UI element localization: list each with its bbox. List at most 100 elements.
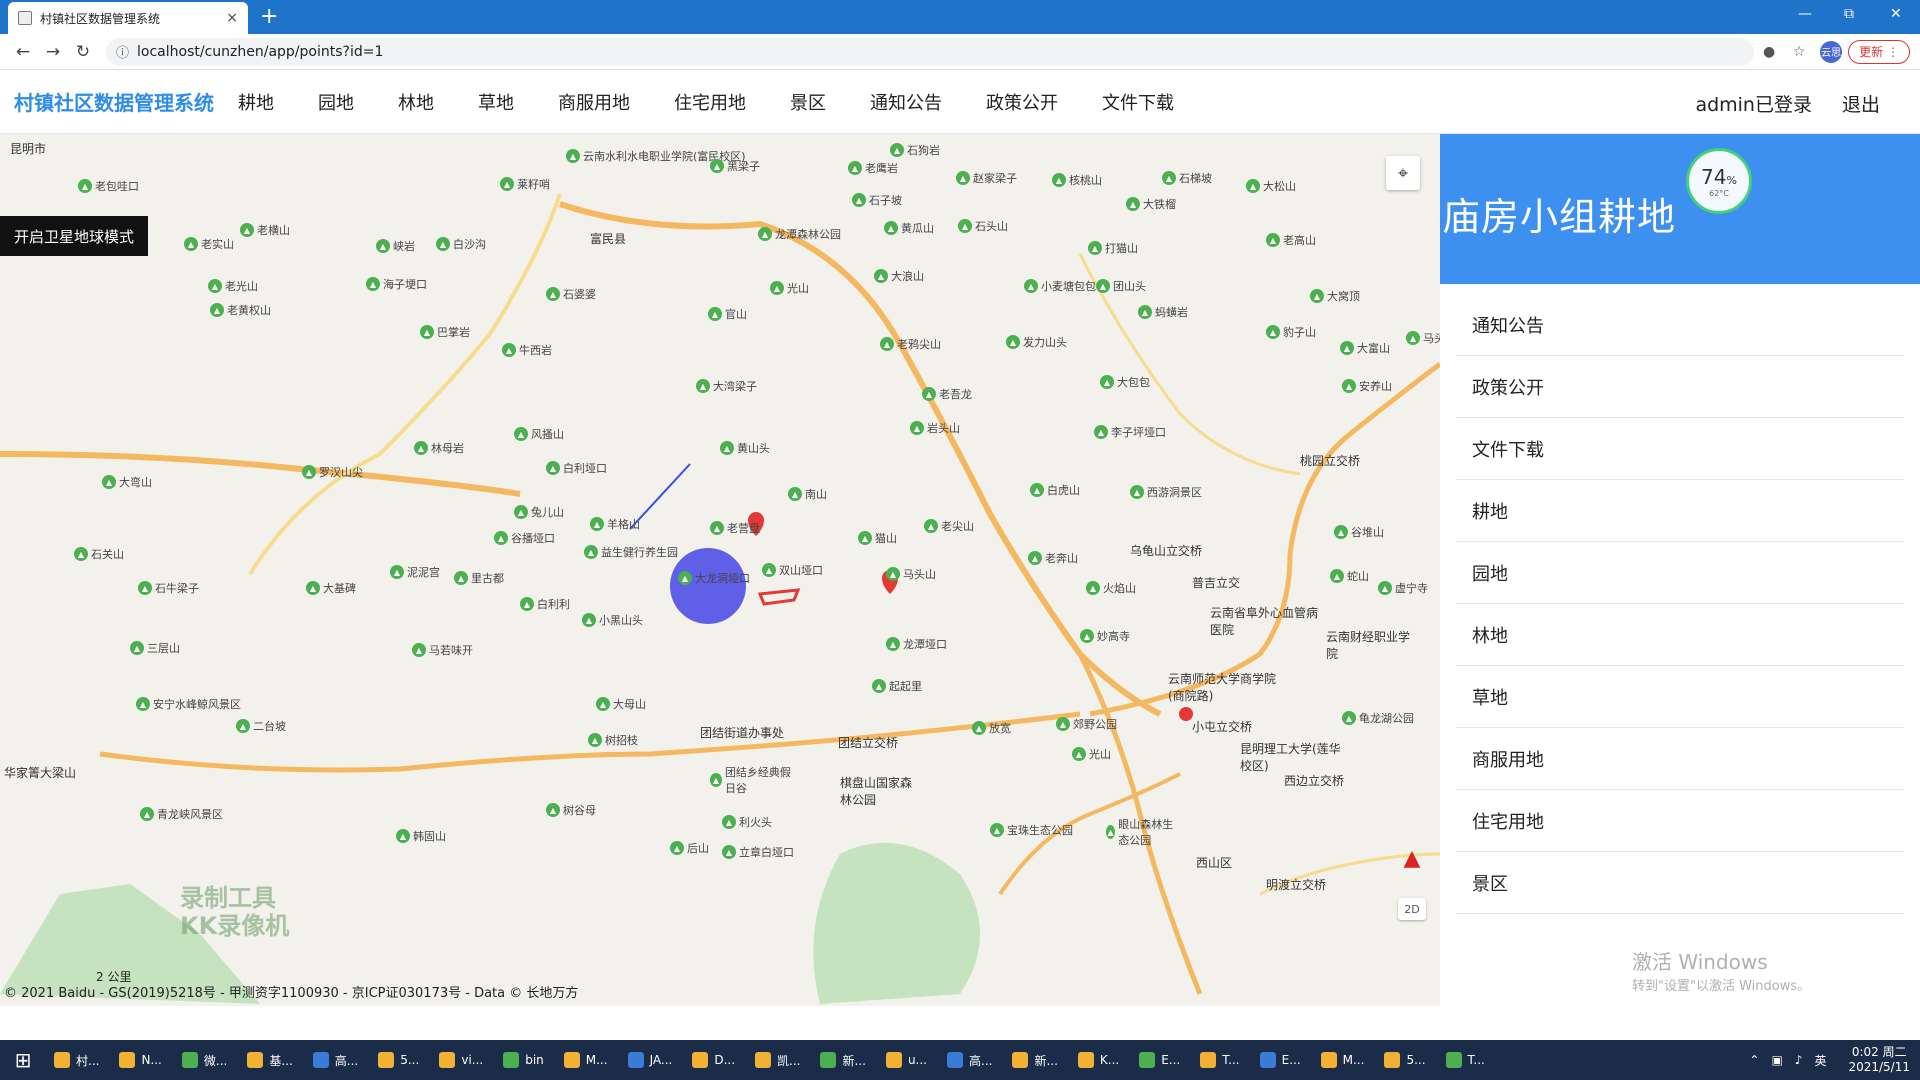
taskbar-app-item[interactable]: 新... [812,1040,873,1080]
map-place[interactable]: ▲ 谷堆山 [1334,524,1384,540]
map-place[interactable]: ▲ 后山 [670,840,709,856]
side-menu-item-commercial-land[interactable]: 商服用地 [1456,728,1904,790]
map-place[interactable]: ▲ 大铁榴 [1126,196,1176,212]
map-place[interactable]: ▲ 大浪山 [874,268,924,284]
map-place[interactable]: ▲ 岩头山 [910,420,960,436]
taskbar-app-item[interactable]: E... [1252,1040,1309,1080]
satellite-mode-button[interactable]: 开启卫星地球模式 [0,216,148,256]
update-button[interactable]: 更新 ⋮ [1848,39,1910,64]
map-place[interactable]: ▲ 老奔山 [1028,550,1078,566]
map-place[interactable]: ▲ 大母山 [596,696,646,712]
taskbar-app-item[interactable]: 微... [174,1040,235,1080]
map-place[interactable]: ▲ 大包包 [1100,374,1150,390]
map-place[interactable]: ▲ 眼山森林生态公园 [1106,816,1176,848]
nav-garden-land[interactable]: 园地 [318,89,354,115]
map-place[interactable]: ▲ 海子埂口 [366,276,427,292]
map-place[interactable]: ▲ 赵家梁子 [956,170,1017,186]
map-place[interactable]: ▲ 发力山头 [1006,334,1067,350]
map-place[interactable]: ▲ 豹子山 [1266,324,1316,340]
map-place[interactable]: ▲ 石子坡 [852,192,902,208]
taskbar-app-item[interactable]: 村... [46,1040,107,1080]
map-place[interactable]: ▲ 黄山头 [720,440,770,456]
map-place[interactable]: ▲ 老横山 [240,222,290,238]
restore-window-icon[interactable]: ⧉ [1844,6,1854,22]
map-place[interactable]: ▲ 利火头 [722,814,772,830]
taskbar-app-item[interactable]: 高... [305,1040,366,1080]
map-place[interactable]: ▲ 老高山 [1266,232,1316,248]
windows-start-icon[interactable]: ⊞ [0,1048,46,1072]
map-place[interactable]: ▲ 老鹰岩 [848,160,898,176]
taskbar-app-item[interactable]: u... [878,1040,935,1080]
taskbar-app-item[interactable]: T... [1192,1040,1247,1080]
taskbar-app-item[interactable]: M... [556,1040,616,1080]
map-place[interactable]: ▲ 大龙洞垭口 [678,570,750,586]
nav-residential-land[interactable]: 住宅用地 [674,89,746,115]
taskbar-app-item[interactable]: 新... [1004,1040,1065,1080]
map-place[interactable]: ▲ 老吾龙 [922,386,972,402]
side-menu-item-notices[interactable]: 通知公告 [1456,294,1904,356]
side-menu-item-garden-land[interactable]: 园地 [1456,542,1904,604]
taskbar-app-item[interactable]: 基... [239,1040,300,1080]
map-place[interactable]: ▲ 羊格山 [590,516,640,532]
map-place[interactable]: ▲ 白利垭口 [546,460,607,476]
taskbar-app-item[interactable]: 凯... [747,1040,808,1080]
site-info-icon[interactable]: ⓘ [116,42,129,61]
nav-policy[interactable]: 政策公开 [986,89,1058,115]
map-place[interactable]: ▲ 青龙峡风景区 [140,806,223,822]
side-menu-item-residential-land[interactable]: 住宅用地 [1456,790,1904,852]
map-place[interactable]: ▲ 西游洞景区 [1130,484,1202,500]
taskbar-app-item[interactable]: JA... [620,1040,681,1080]
map-canvas[interactable]: 昆明市 ▲ 云南水利水电职业学院(富民校区) ▲ 黑梁子 ▲ 石狗岩 ▲ 老鹰岩 ▲ 赵家… [0,134,1440,1006]
map-place[interactable]: ▲ 南山 [788,486,827,502]
map-place[interactable]: ▲ 老包哇口 [78,178,139,194]
map-place[interactable]: ▲ 大弯山 [102,474,152,490]
taskbar-app-item[interactable]: 高... [939,1040,1000,1080]
side-menu-item-cultivated-land[interactable]: 耕地 [1456,480,1904,542]
map-place[interactable]: ▲ 龙潭森林公园 [758,226,841,242]
map-place[interactable]: ▲ 妙高寺 [1080,628,1130,644]
taskbar-app-item[interactable]: T... [1438,1040,1493,1080]
map-place[interactable]: ▲ 立章白垭口 [722,844,794,860]
side-menu-item-policy[interactable]: 政策公开 [1456,356,1904,418]
map-place[interactable]: ▲ 马若味开 [412,642,473,658]
map-place[interactable]: ▲ 石牛梁子 [138,580,199,596]
map-place[interactable]: ▲ 蛇山 [1330,568,1369,584]
map-place[interactable]: ▲ 大松山 [1246,178,1296,194]
map-place[interactable]: ▲ 蚂蟥岩 [1138,304,1188,320]
nav-cultivated-land[interactable]: 耕地 [238,89,274,115]
nav-scenic-area[interactable]: 景区 [790,89,826,115]
performance-gauge[interactable]: 74% 62°C [1686,148,1752,214]
volume-icon[interactable]: ♪ [1795,1053,1803,1067]
close-window-icon[interactable]: ✕ [1890,6,1902,22]
map-place[interactable]: ▲ 老营盘 [710,520,760,536]
minimize-window-icon[interactable]: — [1798,6,1812,22]
side-menu-item-scenic-area[interactable]: 景区 [1456,852,1904,914]
map-place[interactable]: ▲ 虚宁寺 [1378,580,1428,596]
taskbar-app-item[interactable]: E... [1131,1040,1188,1080]
map-place[interactable]: ▲ 小黑山头 [582,612,643,628]
system-clock[interactable]: 0:02 周二 2021/5/11 [1848,1045,1910,1075]
map-place[interactable]: ▲ 白沙沟 [436,236,486,252]
map-place[interactable]: ▲ 老尖山 [924,518,974,534]
map-place[interactable]: ▲ 峡岩 [376,238,415,254]
bookmark-star-icon[interactable]: ☆ [1784,44,1814,60]
side-menu-item-forest-land[interactable]: 林地 [1456,604,1904,666]
map-place[interactable]: ▲ 白利利 [520,596,570,612]
map-place[interactable]: ▲ 林母岩 [414,440,464,456]
map-place[interactable]: ▲ 韩固山 [396,828,446,844]
browser-tab[interactable]: 村镇社区数据管理系统 × [8,2,248,34]
map-place[interactable]: ▲ 龙潭垭口 [886,636,947,652]
map-place[interactable]: ▲ 团山头 [1096,278,1146,294]
map-place[interactable]: ▲ 风搔山 [514,426,564,442]
map-place[interactable]: ▲ 大基碑 [306,580,356,596]
site-brand[interactable]: 村镇社区数据管理系统 [14,87,214,116]
location-pin-icon[interactable]: ● [1754,44,1784,60]
reload-icon[interactable]: ↻ [68,42,98,62]
taskbar-app-item[interactable]: bin [495,1040,552,1080]
map-place[interactable]: ▲ 里古都 [454,570,504,586]
map-place[interactable]: ▲ 李子坪垭口 [1094,424,1166,440]
map-place[interactable]: ▲ 牛西岩 [502,342,552,358]
map-place[interactable]: ▲ 石关山 [74,546,124,562]
address-bar[interactable]: ⓘ localhost/cunzhen/app/points?id=1 [106,37,1755,66]
nav-commercial-land[interactable]: 商服用地 [558,89,630,115]
